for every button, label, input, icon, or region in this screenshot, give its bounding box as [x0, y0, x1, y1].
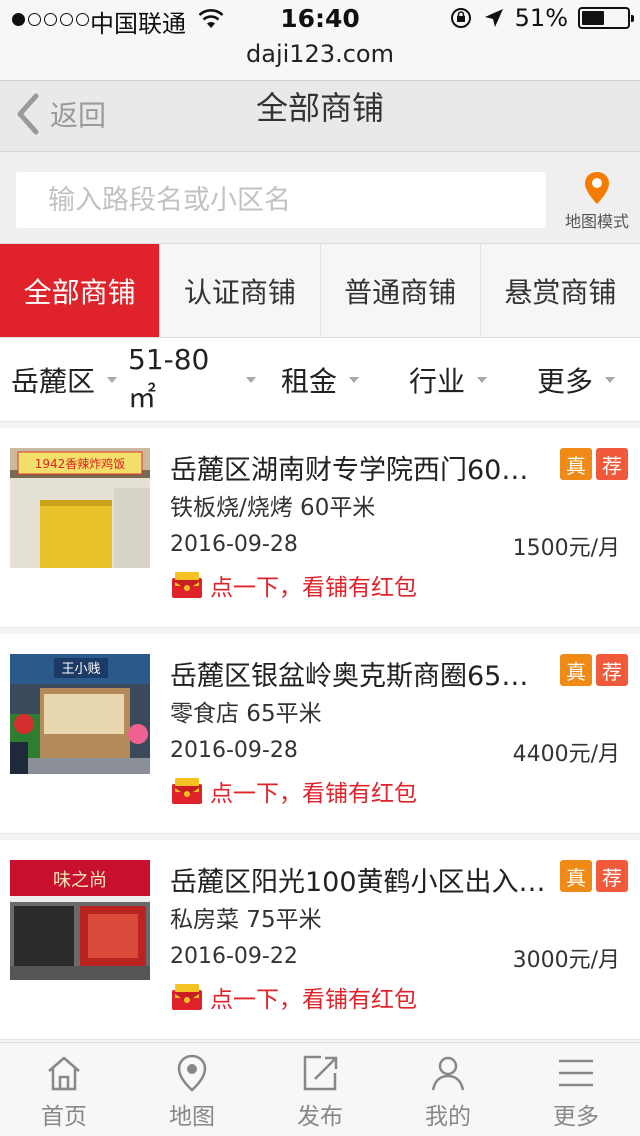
list-item[interactable]: 1942香辣炸鸡饭 岳麓区湖南财专学院西门60平米... 真 荐 铁板烧/烧烤 …	[0, 428, 640, 628]
rotation-lock-icon	[450, 8, 471, 28]
map-pin-icon	[585, 172, 609, 204]
verified-badge: 真	[560, 860, 592, 892]
verified-badge: 真	[560, 654, 592, 686]
listing-subtitle: 零食店 65平米	[170, 701, 322, 727]
nav-map-label: 地图	[169, 1104, 215, 1130]
map-mode-label: 地图模式	[564, 212, 629, 231]
page-title: 全部商铺	[255, 89, 384, 127]
listing-subtitle: 铁板烧/烧烤 60平米	[170, 495, 376, 521]
shop-sign-text: 王小贱	[61, 662, 100, 677]
map-pin-icon	[177, 1054, 207, 1092]
recommended-badge: 荐	[596, 448, 628, 480]
filter-rent-label: 租金	[280, 364, 337, 398]
filter-district-label: 岳麓区	[10, 364, 95, 398]
shop-photo: 王小贱	[10, 654, 150, 774]
listing-title: 岳麓区银盆岭奥克斯商圈65平米...	[170, 661, 550, 692]
nav-map[interactable]: 地图	[128, 1043, 256, 1136]
battery-icon	[578, 7, 634, 29]
publish-icon	[303, 1055, 338, 1091]
promo-text: 点一下，看铺有红包	[210, 575, 417, 601]
listing-date: 2016-09-22	[170, 944, 298, 969]
listing-title: 岳麓区湖南财专学院西门60平米...	[170, 455, 550, 486]
tab-all-shops[interactable]: 全部商铺	[0, 244, 161, 337]
navigation-header: 返回 全部商铺	[0, 80, 640, 152]
nav-publish[interactable]: 发布	[256, 1043, 384, 1136]
search-bar: 地图模式	[0, 152, 640, 244]
user-icon	[431, 1056, 465, 1091]
recommended-badge: 荐	[596, 860, 628, 892]
nav-mine-label: 我的	[425, 1104, 471, 1130]
bottom-navigation: 首页 地图 发布 我的 更多	[0, 1042, 640, 1136]
caret-down-icon	[477, 376, 487, 383]
caret-down-icon	[246, 376, 256, 383]
shop-sign-text: 1942香辣炸鸡饭	[35, 456, 126, 471]
listing-price: 1500元/月	[512, 536, 620, 561]
promo-text: 点一下，看铺有红包	[210, 987, 417, 1013]
filter-industry[interactable]: 行业	[384, 338, 512, 421]
map-mode-button[interactable]: 地图模式	[564, 170, 630, 232]
search-input[interactable]	[16, 172, 546, 228]
caret-down-icon	[605, 376, 615, 383]
red-envelope-icon	[172, 984, 202, 1010]
red-envelope-promo[interactable]: 点一下，看铺有红包	[170, 980, 417, 1014]
nav-publish-label: 发布	[297, 1104, 343, 1130]
listing-price: 3000元/月	[512, 948, 620, 973]
tab-reward-shops[interactable]: 悬赏商铺	[481, 244, 640, 337]
filter-area[interactable]: 51-80㎡	[128, 338, 256, 421]
filter-district[interactable]: 岳麓区	[0, 338, 128, 421]
nav-mine[interactable]: 我的	[384, 1043, 512, 1136]
red-envelope-promo[interactable]: 点一下，看铺有红包	[170, 568, 417, 602]
page-url: daji123.com	[246, 40, 394, 68]
battery-percent: 51%	[514, 4, 568, 32]
promo-text: 点一下，看铺有红包	[210, 781, 417, 807]
tab-verified-shops[interactable]: 认证商铺	[160, 244, 321, 337]
red-envelope-icon	[172, 572, 202, 598]
verified-badge: 真	[560, 448, 592, 480]
listing-subtitle: 私房菜 75平米	[170, 907, 322, 933]
filter-industry-label: 行业	[408, 364, 465, 398]
filter-area-label: 51-80㎡	[128, 343, 210, 414]
shop-sign-text: 味之尚	[53, 870, 107, 891]
nav-more[interactable]: 更多	[512, 1043, 640, 1136]
filter-rent[interactable]: 租金	[256, 338, 384, 421]
nav-home-label: 首页	[41, 1104, 87, 1130]
shop-list: 1942香辣炸鸡饭 岳麓区湖南财专学院西门60平米... 真 荐 铁板烧/烧烤 …	[0, 428, 640, 1046]
shop-photo: 味之尚	[10, 860, 150, 980]
tab-regular-shops[interactable]: 普通商铺	[321, 244, 481, 337]
list-item[interactable]: 王小贱 岳麓区银盆岭奥克斯商圈65平米... 真 荐 零食店 65平米 2016…	[0, 634, 640, 834]
filter-more-label: 更多	[536, 364, 593, 398]
listing-title: 岳麓区阳光100黄鹤小区出入口...	[170, 867, 550, 898]
red-envelope-promo[interactable]: 点一下，看铺有红包	[170, 774, 417, 808]
red-envelope-icon	[172, 778, 202, 804]
caret-down-icon	[349, 376, 359, 383]
nav-home[interactable]: 首页	[0, 1043, 128, 1136]
filter-more[interactable]: 更多	[512, 338, 640, 421]
location-arrow-icon	[484, 9, 503, 27]
home-icon	[48, 1056, 80, 1091]
filter-bar: 岳麓区 51-80㎡ 租金 行业 更多	[0, 338, 640, 422]
menu-icon	[559, 1059, 593, 1087]
recommended-badge: 荐	[596, 654, 628, 686]
shop-photo: 1942香辣炸鸡饭	[10, 448, 150, 568]
status-bar: 中国联通 16:40 51% daji123.com	[0, 0, 640, 80]
listing-date: 2016-09-28	[170, 738, 298, 763]
shop-type-tabs: 全部商铺 认证商铺 普通商铺 悬赏商铺	[0, 244, 640, 338]
nav-more-label: 更多	[553, 1104, 599, 1130]
caret-down-icon	[107, 376, 117, 383]
listing-date: 2016-09-28	[170, 532, 298, 557]
listing-price: 4400元/月	[512, 742, 620, 767]
list-item[interactable]: 味之尚 岳麓区阳光100黄鹤小区出入口... 真 荐 私房菜 75平米 2016…	[0, 840, 640, 1040]
